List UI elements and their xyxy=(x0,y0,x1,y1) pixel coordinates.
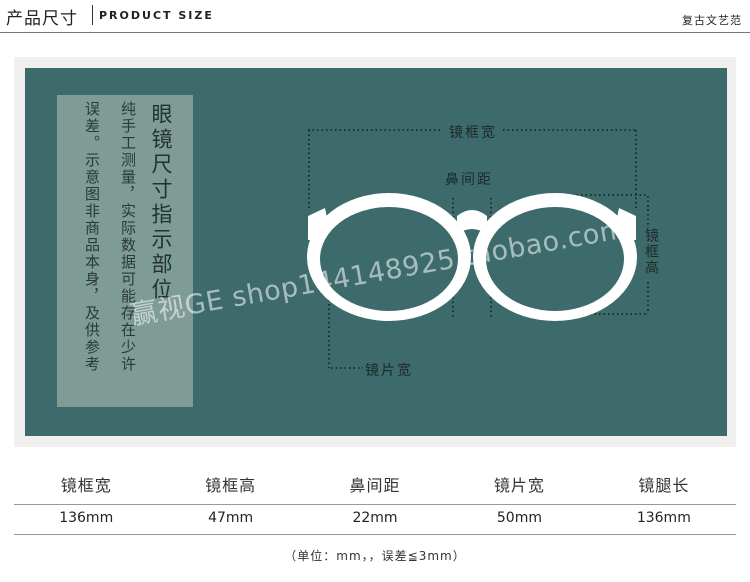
value-temple-length: 136mm xyxy=(636,510,691,526)
section-title: 产品尺寸 xyxy=(6,9,78,29)
value-frame-width: 136mm xyxy=(59,510,114,526)
title-divider xyxy=(92,5,93,25)
size-table-header: 镜框宽 镜框高 鼻间距 镜片宽 镜腿长 xyxy=(14,472,736,496)
brand-label: 复古文艺范 xyxy=(682,14,742,27)
size-diagram-panel: 眼镜尺寸指示部位 纯手工测量，实际数据可能存在少许 误差。示意图非商品本身，及供… xyxy=(25,68,727,436)
header-rule xyxy=(0,32,750,33)
label-frame-width: 镜框宽 xyxy=(445,122,501,142)
header-frame-width: 镜框宽 xyxy=(60,476,112,495)
header-bridge: 鼻间距 xyxy=(349,476,401,495)
label-lens-width: 镜片宽 xyxy=(365,363,413,379)
label-frame-height: 镜框高 xyxy=(641,228,661,276)
table-rule-top xyxy=(14,504,736,505)
header-temple-length: 镜腿长 xyxy=(638,476,690,495)
page-header: 产品尺寸 PRODUCT SIZE 复古文艺范 xyxy=(0,0,750,34)
value-frame-height: 47mm xyxy=(208,510,254,526)
table-rule-bottom xyxy=(14,534,736,535)
section-subtitle: PRODUCT SIZE xyxy=(99,9,214,22)
value-bridge: 22mm xyxy=(352,510,398,526)
header-lens-width: 镜片宽 xyxy=(493,476,545,495)
unit-footnote: （单位：mm，，误差≦3mm） xyxy=(284,549,466,563)
value-lens-width: 50mm xyxy=(496,510,542,526)
size-table-values: 136mm 47mm 22mm 50mm 136mm xyxy=(14,510,736,526)
header-frame-height: 镜框高 xyxy=(205,476,257,495)
label-bridge: 鼻间距 xyxy=(445,172,493,188)
